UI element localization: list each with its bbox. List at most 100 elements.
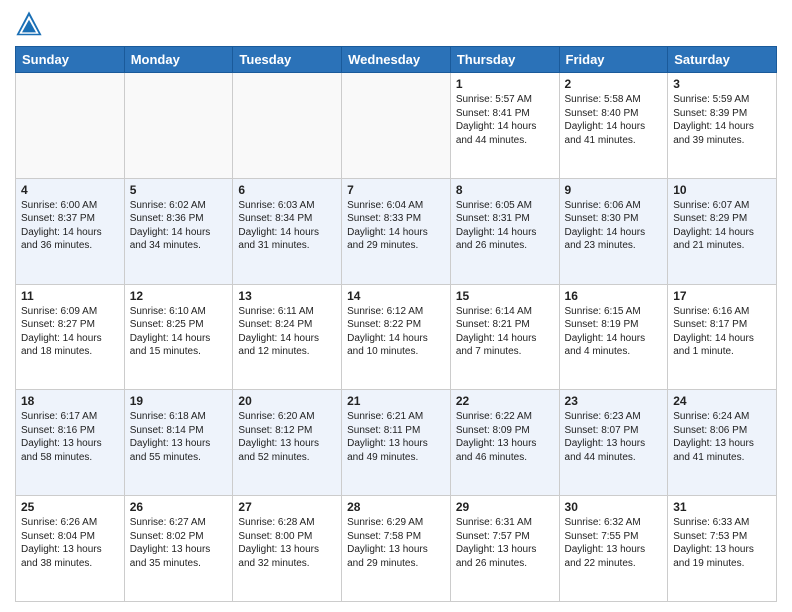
day-number: 28 [347,500,445,514]
day-content: Sunrise: 6:21 AM Sunset: 8:11 PM Dayligh… [347,410,445,464]
calendar-header-thursday: Thursday [450,47,559,73]
calendar-header-sunday: Sunday [16,47,125,73]
day-number: 11 [21,289,119,303]
day-content: Sunrise: 6:17 AM Sunset: 8:16 PM Dayligh… [21,410,119,464]
day-number: 19 [130,394,228,408]
day-content: Sunrise: 6:02 AM Sunset: 8:36 PM Dayligh… [130,199,228,253]
calendar-cell: 15Sunrise: 6:14 AM Sunset: 8:21 PM Dayli… [450,284,559,390]
day-content: Sunrise: 6:07 AM Sunset: 8:29 PM Dayligh… [673,199,771,253]
calendar-cell: 31 Sunrise: 6:33 AM Sunset: 7:53 PM Dayli… [668,496,777,602]
day-content: Sunrise: 5:59 AM Sunset: 8:39 PM Dayligh… [673,93,771,147]
day-number: 30 [565,500,663,514]
calendar-week-5: 25 Sunrise: 6:26 AM Sunset: 8:04 PM Dayli… [16,496,777,602]
page: SundayMondayTuesdayWednesdayThursdayFrid… [0,0,792,612]
calendar-cell: 26 Sunrise: 6:27 AM Sunset: 8:02 PM Dayli… [124,496,233,602]
day-number: 5 [130,183,228,197]
calendar-cell: 5 Sunrise: 6:02 AM Sunset: 8:36 PM Daylig… [124,178,233,284]
calendar-cell: 29 Sunrise: 6:31 AM Sunset: 7:57 PM Dayli… [450,496,559,602]
calendar-week-1: 1Sunrise: 5:57 AM Sunset: 8:41 PM Daylig… [16,73,777,179]
calendar-cell: 17Sunrise: 6:16 AM Sunset: 8:17 PM Dayli… [668,284,777,390]
calendar-table: SundayMondayTuesdayWednesdayThursdayFrid… [15,46,777,602]
day-number: 8 [456,183,554,197]
day-number: 25 [21,500,119,514]
day-number: 27 [238,500,336,514]
calendar-cell: 10 Sunrise: 6:07 AM Sunset: 8:29 PM Dayli… [668,178,777,284]
day-number: 16 [565,289,663,303]
calendar-cell: 21 Sunrise: 6:21 AM Sunset: 8:11 PM Dayli… [342,390,451,496]
day-content: Sunrise: 6:10 AM Sunset: 8:25 PM Dayligh… [130,305,228,359]
day-number: 4 [21,183,119,197]
day-content: Sunrise: 6:04 AM Sunset: 8:33 PM Dayligh… [347,199,445,253]
day-number: 29 [456,500,554,514]
calendar-cell [16,73,125,179]
day-number: 2 [565,77,663,91]
day-number: 10 [673,183,771,197]
day-content: Sunrise: 6:03 AM Sunset: 8:34 PM Dayligh… [238,199,336,253]
day-number: 13 [238,289,336,303]
day-number: 22 [456,394,554,408]
calendar-week-2: 4Sunrise: 6:00 AM Sunset: 8:37 PM Daylig… [16,178,777,284]
calendar-cell: 19 Sunrise: 6:18 AM Sunset: 8:14 PM Dayli… [124,390,233,496]
calendar-cell: 4Sunrise: 6:00 AM Sunset: 8:37 PM Daylig… [16,178,125,284]
day-content: Sunrise: 6:05 AM Sunset: 8:31 PM Dayligh… [456,199,554,253]
day-number: 17 [673,289,771,303]
calendar-header-row: SundayMondayTuesdayWednesdayThursdayFrid… [16,47,777,73]
day-content: Sunrise: 5:58 AM Sunset: 8:40 PM Dayligh… [565,93,663,147]
calendar-cell: 3 Sunrise: 5:59 AM Sunset: 8:39 PM Daylig… [668,73,777,179]
calendar-cell: 14Sunrise: 6:12 AM Sunset: 8:22 PM Dayli… [342,284,451,390]
calendar-header-saturday: Saturday [668,47,777,73]
calendar-cell [342,73,451,179]
header [15,10,777,38]
logo [15,10,47,38]
calendar-cell: 16 Sunrise: 6:15 AM Sunset: 8:19 PM Dayli… [559,284,668,390]
day-number: 9 [565,183,663,197]
day-number: 15 [456,289,554,303]
calendar-cell: 13 Sunrise: 6:11 AM Sunset: 8:24 PM Dayli… [233,284,342,390]
day-content: Sunrise: 6:29 AM Sunset: 7:58 PM Dayligh… [347,516,445,570]
day-content: Sunrise: 6:27 AM Sunset: 8:02 PM Dayligh… [130,516,228,570]
day-content: Sunrise: 6:15 AM Sunset: 8:19 PM Dayligh… [565,305,663,359]
day-content: Sunrise: 6:24 AM Sunset: 8:06 PM Dayligh… [673,410,771,464]
day-number: 12 [130,289,228,303]
calendar-cell: 18 Sunrise: 6:17 AM Sunset: 8:16 PM Dayli… [16,390,125,496]
calendar-week-4: 18 Sunrise: 6:17 AM Sunset: 8:16 PM Dayli… [16,390,777,496]
day-content: Sunrise: 6:26 AM Sunset: 8:04 PM Dayligh… [21,516,119,570]
calendar-header-tuesday: Tuesday [233,47,342,73]
day-number: 24 [673,394,771,408]
calendar-cell: 25 Sunrise: 6:26 AM Sunset: 8:04 PM Dayli… [16,496,125,602]
day-number: 3 [673,77,771,91]
calendar-cell: 7 Sunrise: 6:04 AM Sunset: 8:33 PM Daylig… [342,178,451,284]
calendar-cell: 27 Sunrise: 6:28 AM Sunset: 8:00 PM Dayli… [233,496,342,602]
calendar-cell: 22 Sunrise: 6:22 AM Sunset: 8:09 PM Dayli… [450,390,559,496]
calendar-week-3: 11Sunrise: 6:09 AM Sunset: 8:27 PM Dayli… [16,284,777,390]
day-content: Sunrise: 6:33 AM Sunset: 7:53 PM Dayligh… [673,516,771,570]
day-content: Sunrise: 6:18 AM Sunset: 8:14 PM Dayligh… [130,410,228,464]
calendar-cell: 2 Sunrise: 5:58 AM Sunset: 8:40 PM Daylig… [559,73,668,179]
day-number: 26 [130,500,228,514]
calendar-header-friday: Friday [559,47,668,73]
day-number: 1 [456,77,554,91]
day-number: 18 [21,394,119,408]
calendar-header-monday: Monday [124,47,233,73]
calendar-cell: 30 Sunrise: 6:32 AM Sunset: 7:55 PM Dayli… [559,496,668,602]
calendar-cell: 1Sunrise: 5:57 AM Sunset: 8:41 PM Daylig… [450,73,559,179]
day-content: Sunrise: 6:22 AM Sunset: 8:09 PM Dayligh… [456,410,554,464]
day-content: Sunrise: 6:31 AM Sunset: 7:57 PM Dayligh… [456,516,554,570]
day-content: Sunrise: 6:12 AM Sunset: 8:22 PM Dayligh… [347,305,445,359]
calendar-cell: 23Sunrise: 6:23 AM Sunset: 8:07 PM Dayli… [559,390,668,496]
day-number: 31 [673,500,771,514]
day-content: Sunrise: 6:11 AM Sunset: 8:24 PM Dayligh… [238,305,336,359]
day-content: Sunrise: 6:23 AM Sunset: 8:07 PM Dayligh… [565,410,663,464]
calendar-cell: 11Sunrise: 6:09 AM Sunset: 8:27 PM Dayli… [16,284,125,390]
day-number: 7 [347,183,445,197]
logo-icon [15,10,43,38]
calendar-header-wednesday: Wednesday [342,47,451,73]
day-content: Sunrise: 6:06 AM Sunset: 8:30 PM Dayligh… [565,199,663,253]
calendar-cell [124,73,233,179]
day-number: 21 [347,394,445,408]
day-content: Sunrise: 6:32 AM Sunset: 7:55 PM Dayligh… [565,516,663,570]
calendar-cell: 9 Sunrise: 6:06 AM Sunset: 8:30 PM Daylig… [559,178,668,284]
calendar-cell: 6Sunrise: 6:03 AM Sunset: 8:34 PM Daylig… [233,178,342,284]
calendar-cell: 24 Sunrise: 6:24 AM Sunset: 8:06 PM Dayli… [668,390,777,496]
day-content: Sunrise: 6:28 AM Sunset: 8:00 PM Dayligh… [238,516,336,570]
